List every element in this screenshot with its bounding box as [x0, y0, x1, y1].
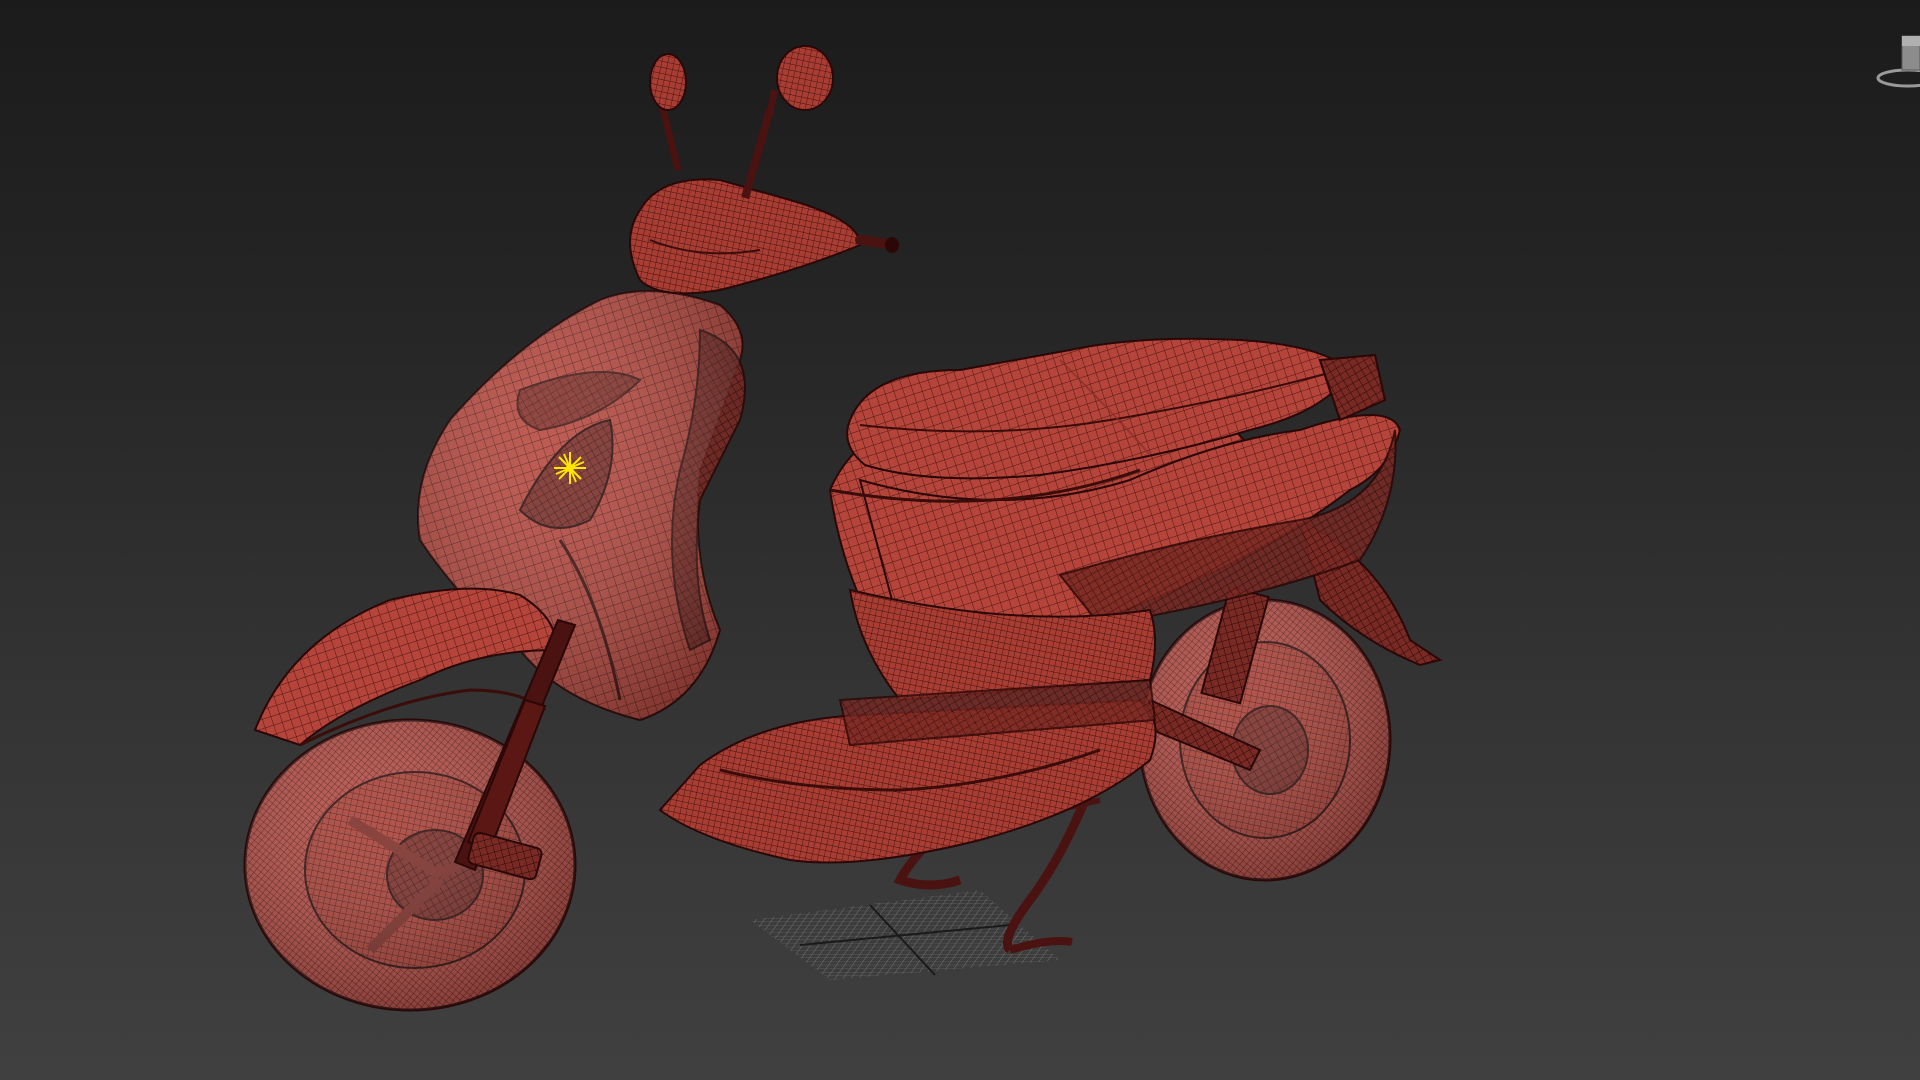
scene-canvas[interactable]	[0, 0, 1920, 1080]
scooter-model[interactable]	[243, 45, 1443, 1012]
handlebar-head	[629, 178, 900, 295]
viewcube-icon[interactable]	[1868, 30, 1920, 92]
3d-viewport[interactable]	[0, 0, 1920, 1080]
mirrors	[649, 45, 834, 200]
